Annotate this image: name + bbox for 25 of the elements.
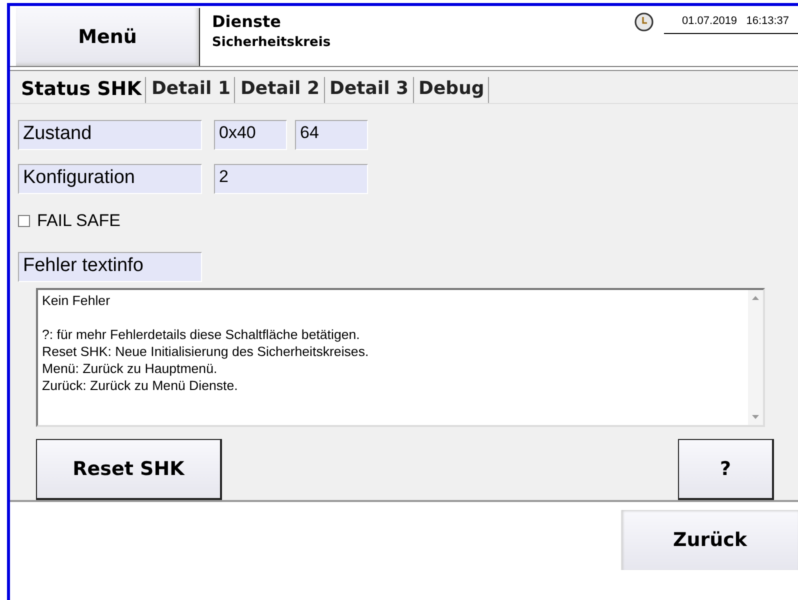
page-title: Dienste bbox=[212, 12, 282, 31]
value-field: 0x40 bbox=[214, 120, 287, 150]
back-button[interactable]: Zurück bbox=[621, 510, 798, 570]
field-label: Zustand bbox=[18, 120, 202, 150]
checkbox-label: FAIL SAFE bbox=[37, 211, 120, 231]
tab[interactable]: Detail 2 bbox=[235, 77, 324, 103]
tab[interactable]: Detail 3 bbox=[324, 77, 414, 103]
field-label: Fehler textinfo bbox=[18, 252, 202, 282]
scroll-down-icon bbox=[752, 415, 759, 419]
tab[interactable]: Detail 1 bbox=[146, 77, 236, 103]
tab[interactable]: Debug bbox=[414, 77, 490, 103]
reset-button[interactable]: Reset SHK bbox=[36, 439, 222, 500]
scroll-up-icon bbox=[752, 296, 759, 300]
page-subtitle: Sicherheitskreis bbox=[212, 35, 332, 50]
checkbox[interactable] bbox=[18, 215, 30, 227]
date-time: 01.07.2019 16:13:37 bbox=[664, 12, 798, 34]
value-field: 64 bbox=[295, 120, 368, 150]
value-field: 2 bbox=[214, 164, 368, 194]
error-text: Kein Fehler ?: für mehr Fehlerdetails diese Schaltfläche betätigen. Reset SHK: Neue Initialisierung des Sicherheitskreises. Menü: Zurück zu Hauptmenü. Zurück: Zurück zu Menü Dienste. bbox=[41, 292, 370, 395]
error-text-area[interactable]: Kein Fehler ?: für mehr Fehlerdetails diese Schaltfläche betätigen. Reset SHK: Neue Initialisierung des Sicherheitskreises. Menü: Zurück zu Hauptmenü. Zurück: Zurück zu Menü Dienste. bbox=[36, 288, 765, 427]
help-button[interactable]: ? bbox=[678, 439, 774, 500]
menu-button[interactable]: Menü bbox=[16, 8, 200, 66]
field-label: Konfiguration bbox=[18, 164, 202, 194]
clock-icon bbox=[634, 12, 654, 32]
scrollbar[interactable] bbox=[748, 290, 763, 425]
